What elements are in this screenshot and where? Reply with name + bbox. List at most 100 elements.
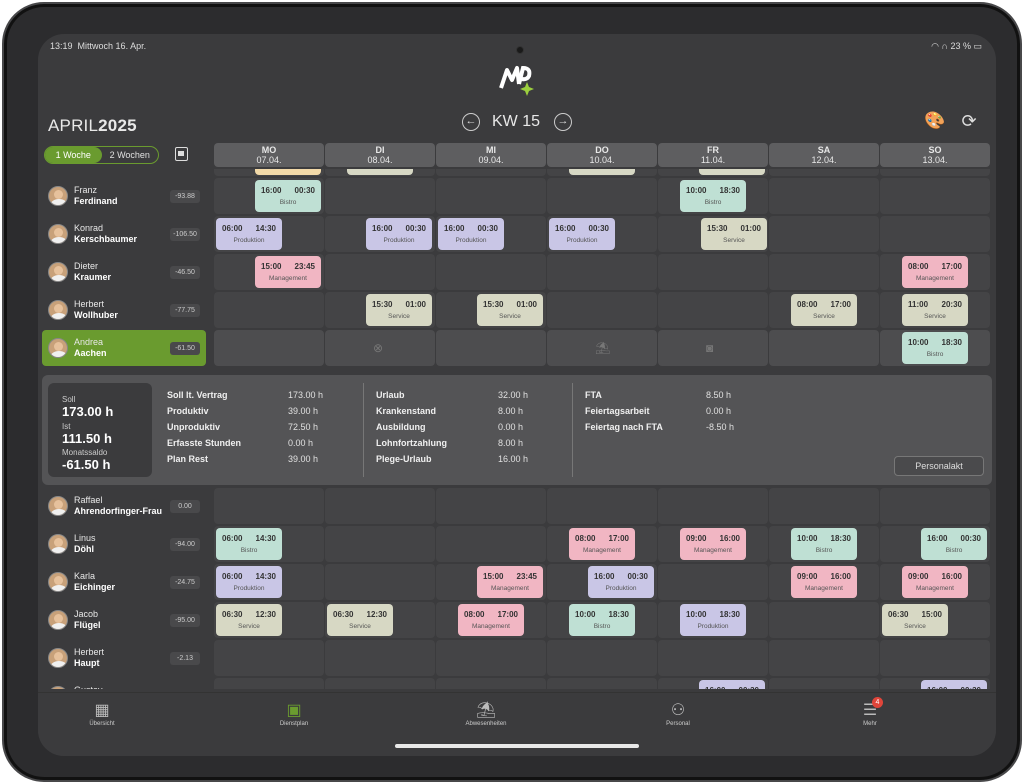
shift-card[interactable]: 08:00 17:00 Service xyxy=(791,294,857,326)
shift-card[interactable]: 16:0000:30Produktion xyxy=(438,218,504,250)
day-header-di[interactable]: DI 08.04. xyxy=(325,143,435,167)
schedule-cell[interactable]: ◙ xyxy=(658,330,768,366)
next-week-button[interactable]: → xyxy=(554,113,572,131)
day-header-fr[interactable]: FR 11.04. xyxy=(658,143,768,167)
schedule-cell[interactable] xyxy=(769,254,879,290)
schedule-cell[interactable] xyxy=(880,640,990,676)
tab-abwesenheiten[interactable]: ⛱ Abwesenheiten xyxy=(456,701,516,727)
employee-wollhuber[interactable]: Herbert Wollhuber -77.75 xyxy=(42,292,206,328)
shift-card[interactable]: 15:30 01:00 Service xyxy=(477,294,543,326)
shift-card[interactable] xyxy=(347,169,413,175)
employee-ferdinand[interactable]: Franz Ferdinand -93.88 xyxy=(42,178,206,214)
schedule-cell[interactable] xyxy=(325,488,435,524)
day-header-do[interactable]: DO 10.04. xyxy=(547,143,657,167)
tab-personal[interactable]: ⚇ Personal xyxy=(648,701,708,727)
tab-übersicht[interactable]: ▦ Übersicht xyxy=(72,701,132,727)
day-header-sa[interactable]: SA 12.04. xyxy=(769,143,879,167)
employee-kerschbaumer[interactable]: Konrad Kerschbaumer -106.50 xyxy=(42,216,206,252)
schedule-cell[interactable] xyxy=(880,178,990,214)
tab-dienstplan[interactable]: ▣ Dienstplan xyxy=(264,701,324,727)
employee-kraumer[interactable]: Dieter Kraumer -46.50 xyxy=(42,254,206,290)
shift-card[interactable]: 11:00 20:30 Service xyxy=(902,294,968,326)
shift-card[interactable]: 10:00 18:30 Bistro xyxy=(680,180,746,212)
shift-card[interactable]: 09:00 16:00 Management xyxy=(902,566,968,598)
personalakt-button[interactable]: Personalakt xyxy=(894,456,984,476)
schedule-cell[interactable] xyxy=(325,526,435,562)
schedule-cell[interactable] xyxy=(658,488,768,524)
schedule-cell[interactable] xyxy=(880,169,990,176)
schedule-cell[interactable] xyxy=(658,292,768,328)
shift-card[interactable]: 06:30 12:30 Service xyxy=(327,604,393,636)
schedule-cell[interactable] xyxy=(769,178,879,214)
schedule-cell[interactable] xyxy=(214,640,324,676)
shift-card[interactable]: 15:00 23:45 Management xyxy=(477,566,543,598)
shift-card[interactable]: 16:0000:30Produktion xyxy=(366,218,432,250)
employee-gustav[interactable]: Gustav xyxy=(42,678,206,689)
schedule-cell[interactable] xyxy=(436,678,546,689)
toggle-2-weeks[interactable]: 2 Wochen xyxy=(102,147,159,163)
schedule-cell[interactable] xyxy=(769,678,879,689)
shift-card[interactable]: 08:00 17:00 Management xyxy=(569,528,635,560)
schedule-cell[interactable] xyxy=(325,640,435,676)
shift-card[interactable]: 15:30 01:00 Service xyxy=(366,294,432,326)
shift-card[interactable]: 06:00 14:30 Produktion xyxy=(216,566,282,598)
shift-card[interactable]: 06:30 15:00 Service xyxy=(882,604,948,636)
schedule-cell[interactable] xyxy=(436,254,546,290)
refresh-icon[interactable]: ⟳ xyxy=(958,110,980,132)
day-header-mi[interactable]: MI 09.04. xyxy=(436,143,546,167)
schedule-cell[interactable] xyxy=(658,254,768,290)
schedule-cell[interactable] xyxy=(325,178,435,214)
schedule-cell[interactable] xyxy=(436,488,546,524)
schedule-cell[interactable] xyxy=(880,216,990,252)
schedule-cell[interactable] xyxy=(658,564,768,600)
schedule-cell[interactable]: ⊗ xyxy=(325,330,435,366)
schedule-cell[interactable] xyxy=(769,602,879,638)
shift-card[interactable]: 10:00 18:30 Bistro xyxy=(569,604,635,636)
shift-card[interactable]: 10:00 18:30 Bistro xyxy=(902,332,968,364)
palette-icon[interactable]: 🎨 xyxy=(924,110,946,132)
schedule-cell[interactable] xyxy=(769,488,879,524)
employee-haupt[interactable]: Herbert Haupt -2.13 xyxy=(42,640,206,676)
schedule-cell[interactable] xyxy=(547,178,657,214)
schedule-cell[interactable] xyxy=(214,678,324,689)
shift-card[interactable]: 09:00 16:00 Management xyxy=(791,566,857,598)
shift-card[interactable]: 06:00 14:30 Produktion xyxy=(216,218,282,250)
shift-card[interactable]: 08:00 17:00 Management xyxy=(458,604,524,636)
schedule-cell[interactable] xyxy=(214,330,324,366)
schedule-cell[interactable] xyxy=(769,169,879,176)
calendar-picker-icon[interactable] xyxy=(175,147,188,161)
schedule-cell[interactable] xyxy=(547,292,657,328)
schedule-cell[interactable] xyxy=(214,488,324,524)
schedule-cell[interactable] xyxy=(547,488,657,524)
schedule-cell[interactable] xyxy=(436,526,546,562)
schedule-cell[interactable] xyxy=(436,178,546,214)
employee-eichinger[interactable]: Karla Eichinger -24.75 xyxy=(42,564,206,600)
shift-card[interactable]: 16:00 00:30 Bistro xyxy=(255,180,321,212)
employee-döhl[interactable]: Linus Döhl -94.00 xyxy=(42,526,206,562)
shift-card[interactable]: 10:00 18:30 Bistro xyxy=(791,528,857,560)
shift-card[interactable] xyxy=(569,169,635,175)
employee-aachen[interactable]: Andrea Aachen -61.50 xyxy=(42,330,206,366)
schedule-cell[interactable] xyxy=(325,678,435,689)
schedule-cell[interactable] xyxy=(547,678,657,689)
schedule-cell[interactable] xyxy=(325,254,435,290)
schedule-cell[interactable]: ⛱ xyxy=(547,330,657,366)
shift-card[interactable]: 16:0000:30Produktion xyxy=(921,680,987,689)
schedule-cell[interactable] xyxy=(658,640,768,676)
shift-card[interactable]: 16:0000:30Produktion xyxy=(699,680,765,689)
schedule-cell[interactable] xyxy=(880,488,990,524)
shift-card[interactable]: 16:00 00:30 Bistro xyxy=(921,528,987,560)
day-header-mo[interactable]: MO 07.04. xyxy=(214,143,324,167)
schedule-cell[interactable] xyxy=(547,254,657,290)
shift-card[interactable]: 16:0000:30Produktion xyxy=(588,566,654,598)
shift-card[interactable]: 06:00 14:30 Bistro xyxy=(216,528,282,560)
schedule-cell[interactable] xyxy=(769,216,879,252)
prev-week-button[interactable]: ← xyxy=(462,113,480,131)
tab-mehr[interactable]: ☰ 4 Mehr xyxy=(840,697,900,727)
toggle-1-week[interactable]: 1 Woche xyxy=(45,147,102,163)
schedule-cell[interactable] xyxy=(436,169,546,176)
shift-card[interactable]: 15:00 23:45 Management xyxy=(255,256,321,288)
shift-card[interactable] xyxy=(255,169,321,175)
shift-card[interactable]: 16:0000:30Produktion xyxy=(549,218,615,250)
schedule-cell[interactable] xyxy=(325,564,435,600)
